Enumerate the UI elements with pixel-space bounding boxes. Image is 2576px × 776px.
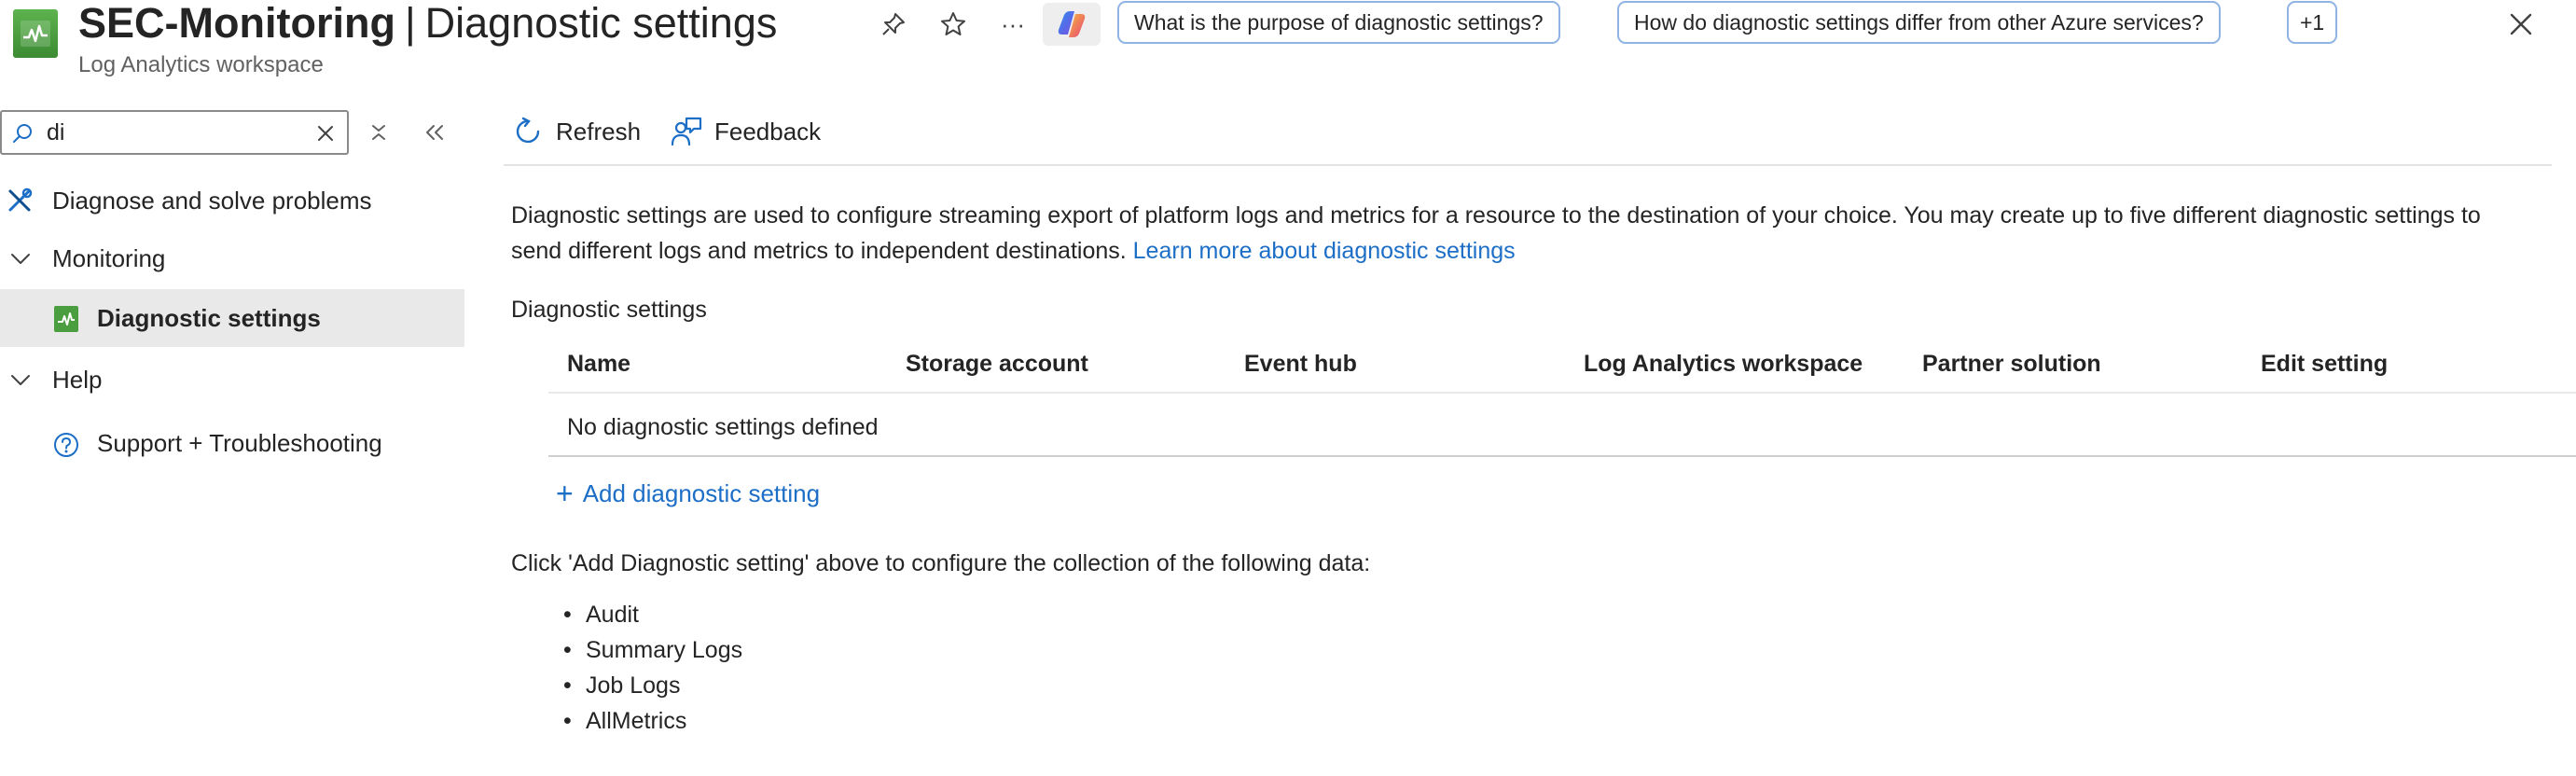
star-icon[interactable] (936, 7, 970, 41)
collapse-all-icon[interactable] (362, 116, 395, 149)
wrench-icon (6, 187, 34, 215)
collection-hint-text: Click 'Add Diagnostic setting' above to … (511, 550, 1371, 576)
list-item: AllMetrics (563, 703, 742, 739)
section-label: Diagnostic settings (511, 297, 707, 323)
more-icon[interactable]: ··· (996, 7, 1030, 41)
log-analytics-icon (13, 9, 58, 58)
page-header: SEC-Monitoring | Diagnostic settings Log… (0, 0, 2576, 93)
refresh-icon (516, 117, 540, 144)
column-header-name: Name (567, 351, 631, 377)
plus-icon: + (556, 477, 574, 510)
sidebar-item-label: Monitoring (52, 243, 166, 272)
suggestion-chip-purpose[interactable]: What is the purpose of diagnostic settin… (1117, 1, 1560, 44)
question-circle-icon (52, 431, 80, 459)
chevron-down-icon (9, 369, 32, 392)
add-diagnostic-setting-link[interactable]: + Add diagnostic setting (556, 478, 820, 509)
pin-icon[interactable] (877, 7, 910, 41)
empty-state-text: No diagnostic settings defined (567, 414, 879, 440)
description-text: Diagnostic settings are used to configur… (511, 198, 2526, 269)
column-header-event-hub: Event hub (1244, 351, 1357, 377)
feedback-label: Feedback (714, 117, 822, 146)
column-header-storage-account: Storage account (906, 351, 1088, 377)
resource-name: SEC-Monitoring (78, 0, 395, 47)
sidebar-item-label: Diagnostic settings (97, 303, 321, 332)
chevron-down-icon (9, 248, 32, 270)
search-input[interactable] (47, 118, 308, 147)
title-separator: | (404, 0, 416, 47)
add-diagnostic-setting-label: Add diagnostic setting (582, 478, 821, 507)
sidebar-item-label: Help (52, 365, 103, 394)
sidebar-item-diagnostic-settings[interactable]: Diagnostic settings (0, 289, 464, 347)
sidebar-item-diagnose[interactable]: Diagnose and solve problems (0, 172, 464, 229)
copilot-button[interactable] (1043, 3, 1101, 46)
toolbar-divider (504, 164, 2552, 166)
blade-title: Diagnostic settings (424, 0, 778, 47)
feedback-button[interactable]: Feedback (670, 108, 821, 155)
page-title: SEC-Monitoring | Diagnostic settings (78, 0, 777, 47)
refresh-label: Refresh (556, 117, 642, 146)
feedback-icon (671, 117, 702, 146)
list-item: Audit (563, 597, 742, 632)
sidebar-group-help[interactable]: Help (0, 351, 464, 409)
clear-search-icon[interactable] (315, 123, 336, 144)
data-types-list: Audit Summary Logs Job Logs AllMetrics (563, 597, 742, 739)
close-icon[interactable] (2502, 6, 2540, 43)
refresh-button[interactable]: Refresh (513, 108, 641, 155)
learn-more-link[interactable]: Learn more about diagnostic settings (1133, 238, 1516, 264)
column-header-partner-solution: Partner solution (1922, 351, 2101, 377)
sidebar-group-monitoring[interactable]: Monitoring (0, 229, 464, 287)
diagnostic-settings-icon (54, 306, 78, 332)
list-item: Summary Logs (563, 632, 742, 668)
table-row: No diagnostic settings defined (548, 395, 2576, 457)
resource-menu-search[interactable] (0, 110, 349, 155)
list-item: Job Logs (563, 668, 742, 703)
sidebar-item-support[interactable]: Support + Troubleshooting (0, 414, 464, 472)
copilot-icon (1058, 11, 1086, 37)
column-header-edit-setting: Edit setting (2261, 351, 2389, 377)
column-header-log-analytics-workspace: Log Analytics workspace (1584, 351, 1863, 377)
sidebar-item-label: Support + Troubleshooting (97, 428, 382, 457)
table-header: Name Storage account Event hub Log Analy… (548, 340, 2576, 394)
search-icon (13, 124, 32, 143)
suggestion-chip-compare[interactable]: How do diagnostic settings differ from o… (1617, 1, 2221, 44)
suggestion-chip-more[interactable]: +1 (2287, 1, 2338, 44)
resource-type-subtitle: Log Analytics workspace (78, 52, 324, 77)
collapse-menu-icon[interactable] (418, 116, 451, 149)
sidebar-item-label: Diagnose and solve problems (52, 186, 372, 215)
